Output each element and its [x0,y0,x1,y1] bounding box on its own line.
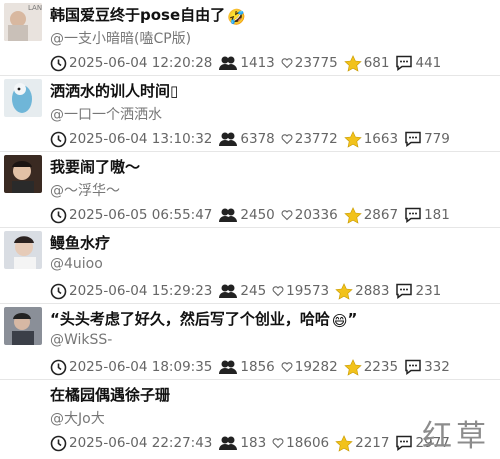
like-count: 20336 [294,207,338,223]
thumbnail[interactable] [4,307,42,345]
star-count: 2883 [355,283,390,299]
like-count: 19282 [294,359,338,375]
heart-icon [281,361,293,373]
thumbnail[interactable] [4,79,42,117]
list-item[interactable]: 鳗鱼水疗 @4uioo 2025-06-04 15:29:23 245 1957… [0,228,500,304]
star-count: 1663 [363,131,399,147]
post-time: 2025-06-04 13:10:32 [69,131,213,147]
heart-icon [281,57,293,69]
star-count: 681 [363,55,390,71]
comment-icon [395,55,413,71]
post-title[interactable]: 韩国爱豆终于pose自由了 🤣 [50,4,246,26]
star-icon [344,206,362,224]
thumbnail[interactable] [4,155,42,193]
view-count: 1413 [240,55,275,71]
star-icon [335,434,353,452]
post-stats: 2025-06-04 13:10:32 6378 23772 1663 779 [50,130,456,148]
post-stats: 2025-06-04 12:20:28 1413 23775 681 441 [50,54,447,72]
comment-icon [395,283,413,299]
author-name[interactable]: @大Jo大 [50,408,105,428]
people-icon [218,207,238,223]
people-icon [218,359,238,375]
post-time: 2025-06-04 15:29:23 [69,283,213,299]
list-item[interactable]: “头头考虑了好久，然后写了个创业，哈哈 😄” @WikSS- 2025-06-04… [0,304,500,380]
people-icon [218,283,238,299]
comment-count: 181 [424,207,450,223]
post-list: LAN 韩国爱豆终于pose自由了 🤣 @一支小暗暗(嗑CP版) 2025-06-… [0,0,500,456]
post-stats: 2025-06-04 18:09:35 1856 19282 2235 332 [50,358,456,376]
list-item[interactable]: 我要闹了嗷～ @～浮华～ 2025-06-05 06:55:47 2450 20… [0,152,500,228]
watermark: 红草 [422,419,490,454]
post-time: 2025-06-04 22:27:43 [69,435,213,451]
post-title[interactable]: 洒洒水的训人时间▯ [50,80,178,101]
view-count: 245 [240,283,267,299]
comment-icon [404,207,422,223]
comment-count: 332 [424,359,450,375]
post-title[interactable]: 我要闹了嗷～ [50,156,140,177]
star-icon [344,130,362,148]
author-name[interactable]: @4uioo [50,256,103,272]
author-name[interactable]: @一口一个洒洒水 [50,104,162,124]
thumbnail[interactable] [4,231,42,269]
placeholder-glyph: ▯ [170,82,179,100]
clock-icon [50,55,67,72]
view-count: 1856 [240,359,275,375]
post-title[interactable]: 鳗鱼水疗 [50,232,110,253]
people-icon [218,435,238,451]
post-time: 2025-06-04 12:20:28 [69,55,213,71]
author-name[interactable]: @～浮华～ [50,180,120,200]
heart-icon [272,437,284,449]
post-stats: 2025-06-05 06:55:47 2450 20336 2867 181 [50,206,456,224]
grin-emoji-icon: 😄 [331,312,348,330]
thumbnail-label: LAN [28,4,42,12]
author-name[interactable]: @一支小暗暗(嗑CP版) [50,28,191,48]
clock-icon [50,359,67,376]
comment-icon [404,131,422,147]
clock-icon [50,207,67,224]
view-count: 6378 [240,131,275,147]
like-count: 18606 [286,435,330,451]
comment-count: 441 [415,55,442,71]
like-count: 23775 [294,55,338,71]
star-count: 2217 [355,435,390,451]
list-item[interactable]: LAN 韩国爱豆终于pose自由了 🤣 @一支小暗暗(嗑CP版) 2025-06-… [0,0,500,76]
post-title[interactable]: “头头考虑了好久，然后写了个创业，哈哈 😄” [50,308,357,330]
view-count: 183 [240,435,267,451]
clock-icon [50,435,67,452]
rofl-emoji-icon: 🤣 [227,8,246,26]
post-time: 2025-06-05 06:55:47 [69,207,213,223]
comment-icon [404,359,422,375]
heart-icon [272,285,284,297]
author-name[interactable]: @WikSS- [50,332,112,348]
list-item[interactable]: 洒洒水的训人时间▯ @一口一个洒洒水 2025-06-04 13:10:32 6… [0,76,500,152]
clock-icon [50,131,67,148]
star-icon [335,282,353,300]
post-stats: 2025-06-04 22:27:43 183 18606 2217 2977 [50,434,456,452]
like-count: 23772 [294,131,338,147]
heart-icon [281,209,293,221]
star-icon [344,358,362,376]
post-stats: 2025-06-04 15:29:23 245 19573 2883 231 [50,282,447,300]
thumbnail[interactable]: LAN [4,3,42,41]
comment-count: 779 [424,131,450,147]
view-count: 2450 [240,207,275,223]
comment-count: 231 [415,283,442,299]
star-count: 2867 [363,207,399,223]
heart-icon [281,133,293,145]
post-time: 2025-06-04 18:09:35 [69,359,213,375]
star-count: 2235 [363,359,399,375]
like-count: 19573 [286,283,330,299]
comment-icon [395,435,413,451]
clock-icon [50,283,67,300]
people-icon [218,55,238,71]
star-icon [344,54,362,72]
post-title[interactable]: 在橘园偶遇徐子珊 [50,384,170,405]
people-icon [218,131,238,147]
